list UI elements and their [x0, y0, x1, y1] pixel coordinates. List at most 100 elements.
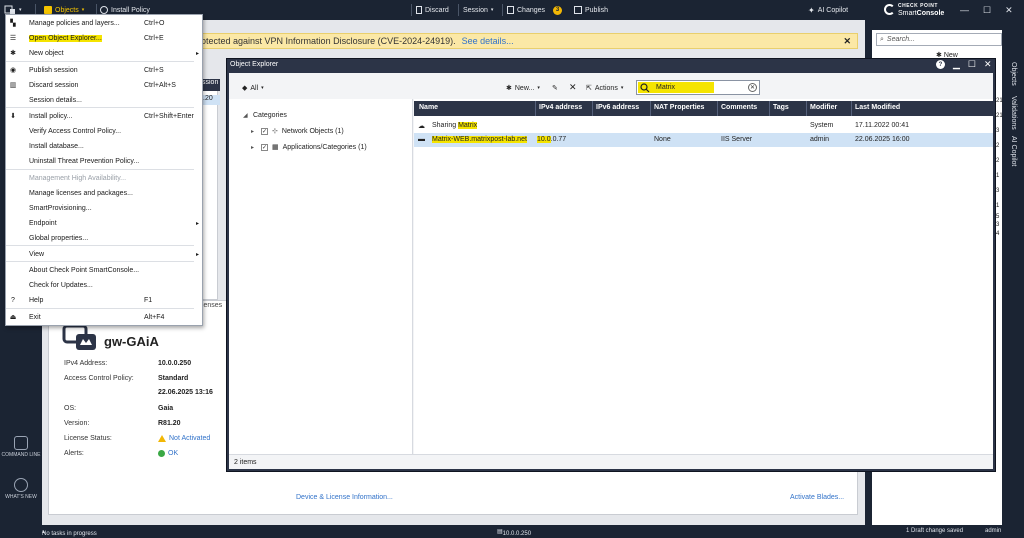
collapse-icon[interactable]: ◢ — [243, 112, 249, 119]
menu-item-12[interactable]: SmartProvisioning... — [6, 201, 196, 215]
menu-item-3[interactable]: ◉ Publish session Ctrl+S — [6, 63, 196, 77]
close-icon[interactable]: ✕ — [984, 59, 992, 70]
actions-dropdown[interactable]: ⇱ Actions ▾ — [586, 84, 623, 93]
draft-status: 1 Draft change saved — [906, 528, 964, 534]
os-value: Gaia — [158, 405, 174, 412]
menu-item-2[interactable]: ✱ New object ▸ — [6, 46, 199, 60]
name-match: Matrix — [458, 122, 478, 129]
menu-item-16[interactable]: About Check Point SmartConsole... — [6, 263, 196, 277]
edge-number: 1 — [996, 203, 1000, 209]
menu-item-1[interactable]: ☰ Open Object Explorer... Ctrl+E — [6, 31, 196, 45]
brand-smart: Smart — [898, 10, 917, 17]
banner-details-link[interactable]: See details... — [462, 36, 514, 46]
install-icon — [100, 6, 108, 14]
gateways-selected-cell[interactable]: .20 — [200, 95, 220, 105]
check-icon — [158, 450, 165, 457]
minimize-icon[interactable]: ▁ — [953, 59, 960, 70]
license-status[interactable]: Not Activated — [158, 435, 210, 442]
menu-item-7[interactable]: Verify Access Control Policy... — [6, 124, 196, 138]
brand-console: Console — [916, 10, 945, 17]
help-icon[interactable]: ? — [936, 60, 945, 69]
tree-item-applications[interactable]: ▸ ✓ ▦ Applications/Categories (1) — [251, 143, 367, 151]
menu-item-11[interactable]: Manage licenses and packages... — [6, 186, 196, 200]
command-line-label: COMMAND LINE — [1, 452, 41, 458]
tasks-status[interactable]: No tasks in progress ▴ — [42, 528, 97, 537]
menu-item-18[interactable]: ? Help F1 — [6, 293, 196, 307]
publish-button[interactable]: Publish — [574, 0, 608, 20]
session-menu-button[interactable]: Session ▾ — [463, 0, 493, 20]
activate-blades-link[interactable]: Activate Blades... — [790, 494, 844, 501]
col-ipv4[interactable]: IPv4 address — [539, 104, 582, 111]
trash-icon: ▥ — [9, 82, 17, 89]
name-match: Matrix-WEB.matrixpost-lab.net — [432, 136, 527, 143]
menu-item-15[interactable]: View ▸ — [6, 247, 199, 261]
col-last-modified[interactable]: Last Modified — [855, 104, 900, 111]
banner-close-icon[interactable]: ✕ — [843, 36, 851, 47]
close-icon[interactable]: ✕ — [1005, 5, 1013, 16]
menu-item-label: Exit — [29, 313, 41, 321]
blank-icon — [6, 249, 20, 259]
table-row[interactable]: ▬ Matrix-WEB.matrixpost-lab.net 10.0.0.7… — [414, 133, 993, 147]
col-name[interactable]: Name — [419, 104, 438, 111]
name-prefix: Sharing — [432, 122, 459, 129]
minimize-icon[interactable]: — — [960, 5, 969, 15]
row-icon-cloud: ☁ — [418, 123, 425, 130]
filter-all-dropdown[interactable]: ◆ All ▾ — [242, 84, 264, 93]
col-comments[interactable]: Comments — [721, 104, 757, 111]
discard-button[interactable]: Discard — [416, 0, 449, 20]
maximize-icon[interactable]: ☐ — [983, 5, 991, 16]
menu-item-4[interactable]: ▥ Discard session Ctrl+Alt+S — [6, 78, 196, 92]
changes-count-badge: 3 — [553, 5, 563, 15]
menu-item-8[interactable]: Install database... — [6, 139, 196, 153]
alerts-status[interactable]: OK — [158, 450, 178, 457]
menu-separator — [6, 308, 194, 309]
changes-button[interactable]: Changes 3 — [507, 0, 563, 20]
edge-number: 2 — [996, 143, 1000, 149]
col-ipv6[interactable]: IPv6 address — [596, 104, 639, 111]
menu-item-14[interactable]: Global properties... — [6, 231, 196, 245]
applications-checkbox[interactable]: ✓ — [261, 143, 268, 151]
menu-item-19[interactable]: ⏏ Exit Alt+F4 — [6, 310, 196, 324]
expand-icon[interactable]: ▸ — [251, 128, 257, 135]
menu-item-label: View — [29, 250, 45, 258]
col-modifier[interactable]: Modifier — [810, 104, 837, 111]
object-search-input[interactable]: ⌕ Search... — [876, 33, 1002, 46]
version-value: R81.20 — [158, 420, 181, 427]
object-explorer-controls: ? ▁ ☐ ✕ — [936, 59, 992, 70]
tree-item-network-objects[interactable]: ▸ ✓ ⊹ Network Objects (1) — [251, 127, 344, 135]
col-tags[interactable]: Tags — [773, 104, 789, 111]
whats-new-button[interactable]: WHAT'S NEW — [0, 478, 42, 500]
apps-icon: ▦ — [272, 144, 279, 151]
col-nat[interactable]: NAT Properties — [654, 104, 704, 111]
command-line-button[interactable]: COMMAND LINE — [0, 436, 42, 458]
rss-icon: ◉ — [9, 67, 17, 74]
row-name: Sharing Matrix — [432, 122, 478, 129]
expand-icon[interactable]: ▸ — [251, 144, 257, 151]
right-vertical-tabs: Objects Validations AI Copilot — [1005, 20, 1024, 525]
table-row[interactable]: ☁ Sharing Matrix System 17.11.2022 00:41 — [414, 119, 993, 133]
menu-item-0[interactable]: ▚ Manage policies and layers... Ctrl+O — [6, 16, 196, 30]
install-policy-label: Install Policy — [111, 6, 150, 14]
menu-item-5[interactable]: Session details... — [6, 93, 196, 107]
licenses-tab[interactable]: censes — [200, 302, 222, 309]
menu-item-9[interactable]: Uninstall Threat Prevention Policy... — [6, 154, 196, 168]
edit-button[interactable]: ✎ — [552, 84, 558, 92]
menu-item-shortcut: Ctrl+E — [144, 34, 164, 42]
object-explorer-title: Object Explorer — [230, 61, 279, 68]
device-license-link[interactable]: Device & License Information... — [296, 494, 393, 501]
tab-validations[interactable]: Validations — [1010, 96, 1017, 130]
ai-copilot-button[interactable]: ✦ AI Copilot — [808, 0, 848, 20]
maximize-icon[interactable]: ☐ — [968, 59, 976, 70]
network-objects-checkbox[interactable]: ✓ — [261, 127, 268, 135]
tab-ai-copilot[interactable]: AI Copilot — [1010, 136, 1017, 166]
tab-objects[interactable]: Objects — [1010, 62, 1017, 86]
menu-item-17[interactable]: Check for Updates... — [6, 278, 196, 292]
tree-root-categories[interactable]: ◢ Categories — [243, 112, 287, 119]
delete-button[interactable]: ✕ — [569, 82, 577, 93]
clear-search-icon[interactable]: ✕ — [748, 83, 757, 92]
edge-number: 1 — [996, 173, 1000, 179]
menu-item-13[interactable]: Endpoint ▸ — [6, 216, 199, 230]
menu-item-label: Session details... — [29, 96, 82, 104]
new-object-dropdown[interactable]: ✱ New... ▾ — [506, 84, 540, 93]
menu-item-6[interactable]: ⬇ Install policy... Ctrl+Shift+Enter — [6, 109, 196, 123]
